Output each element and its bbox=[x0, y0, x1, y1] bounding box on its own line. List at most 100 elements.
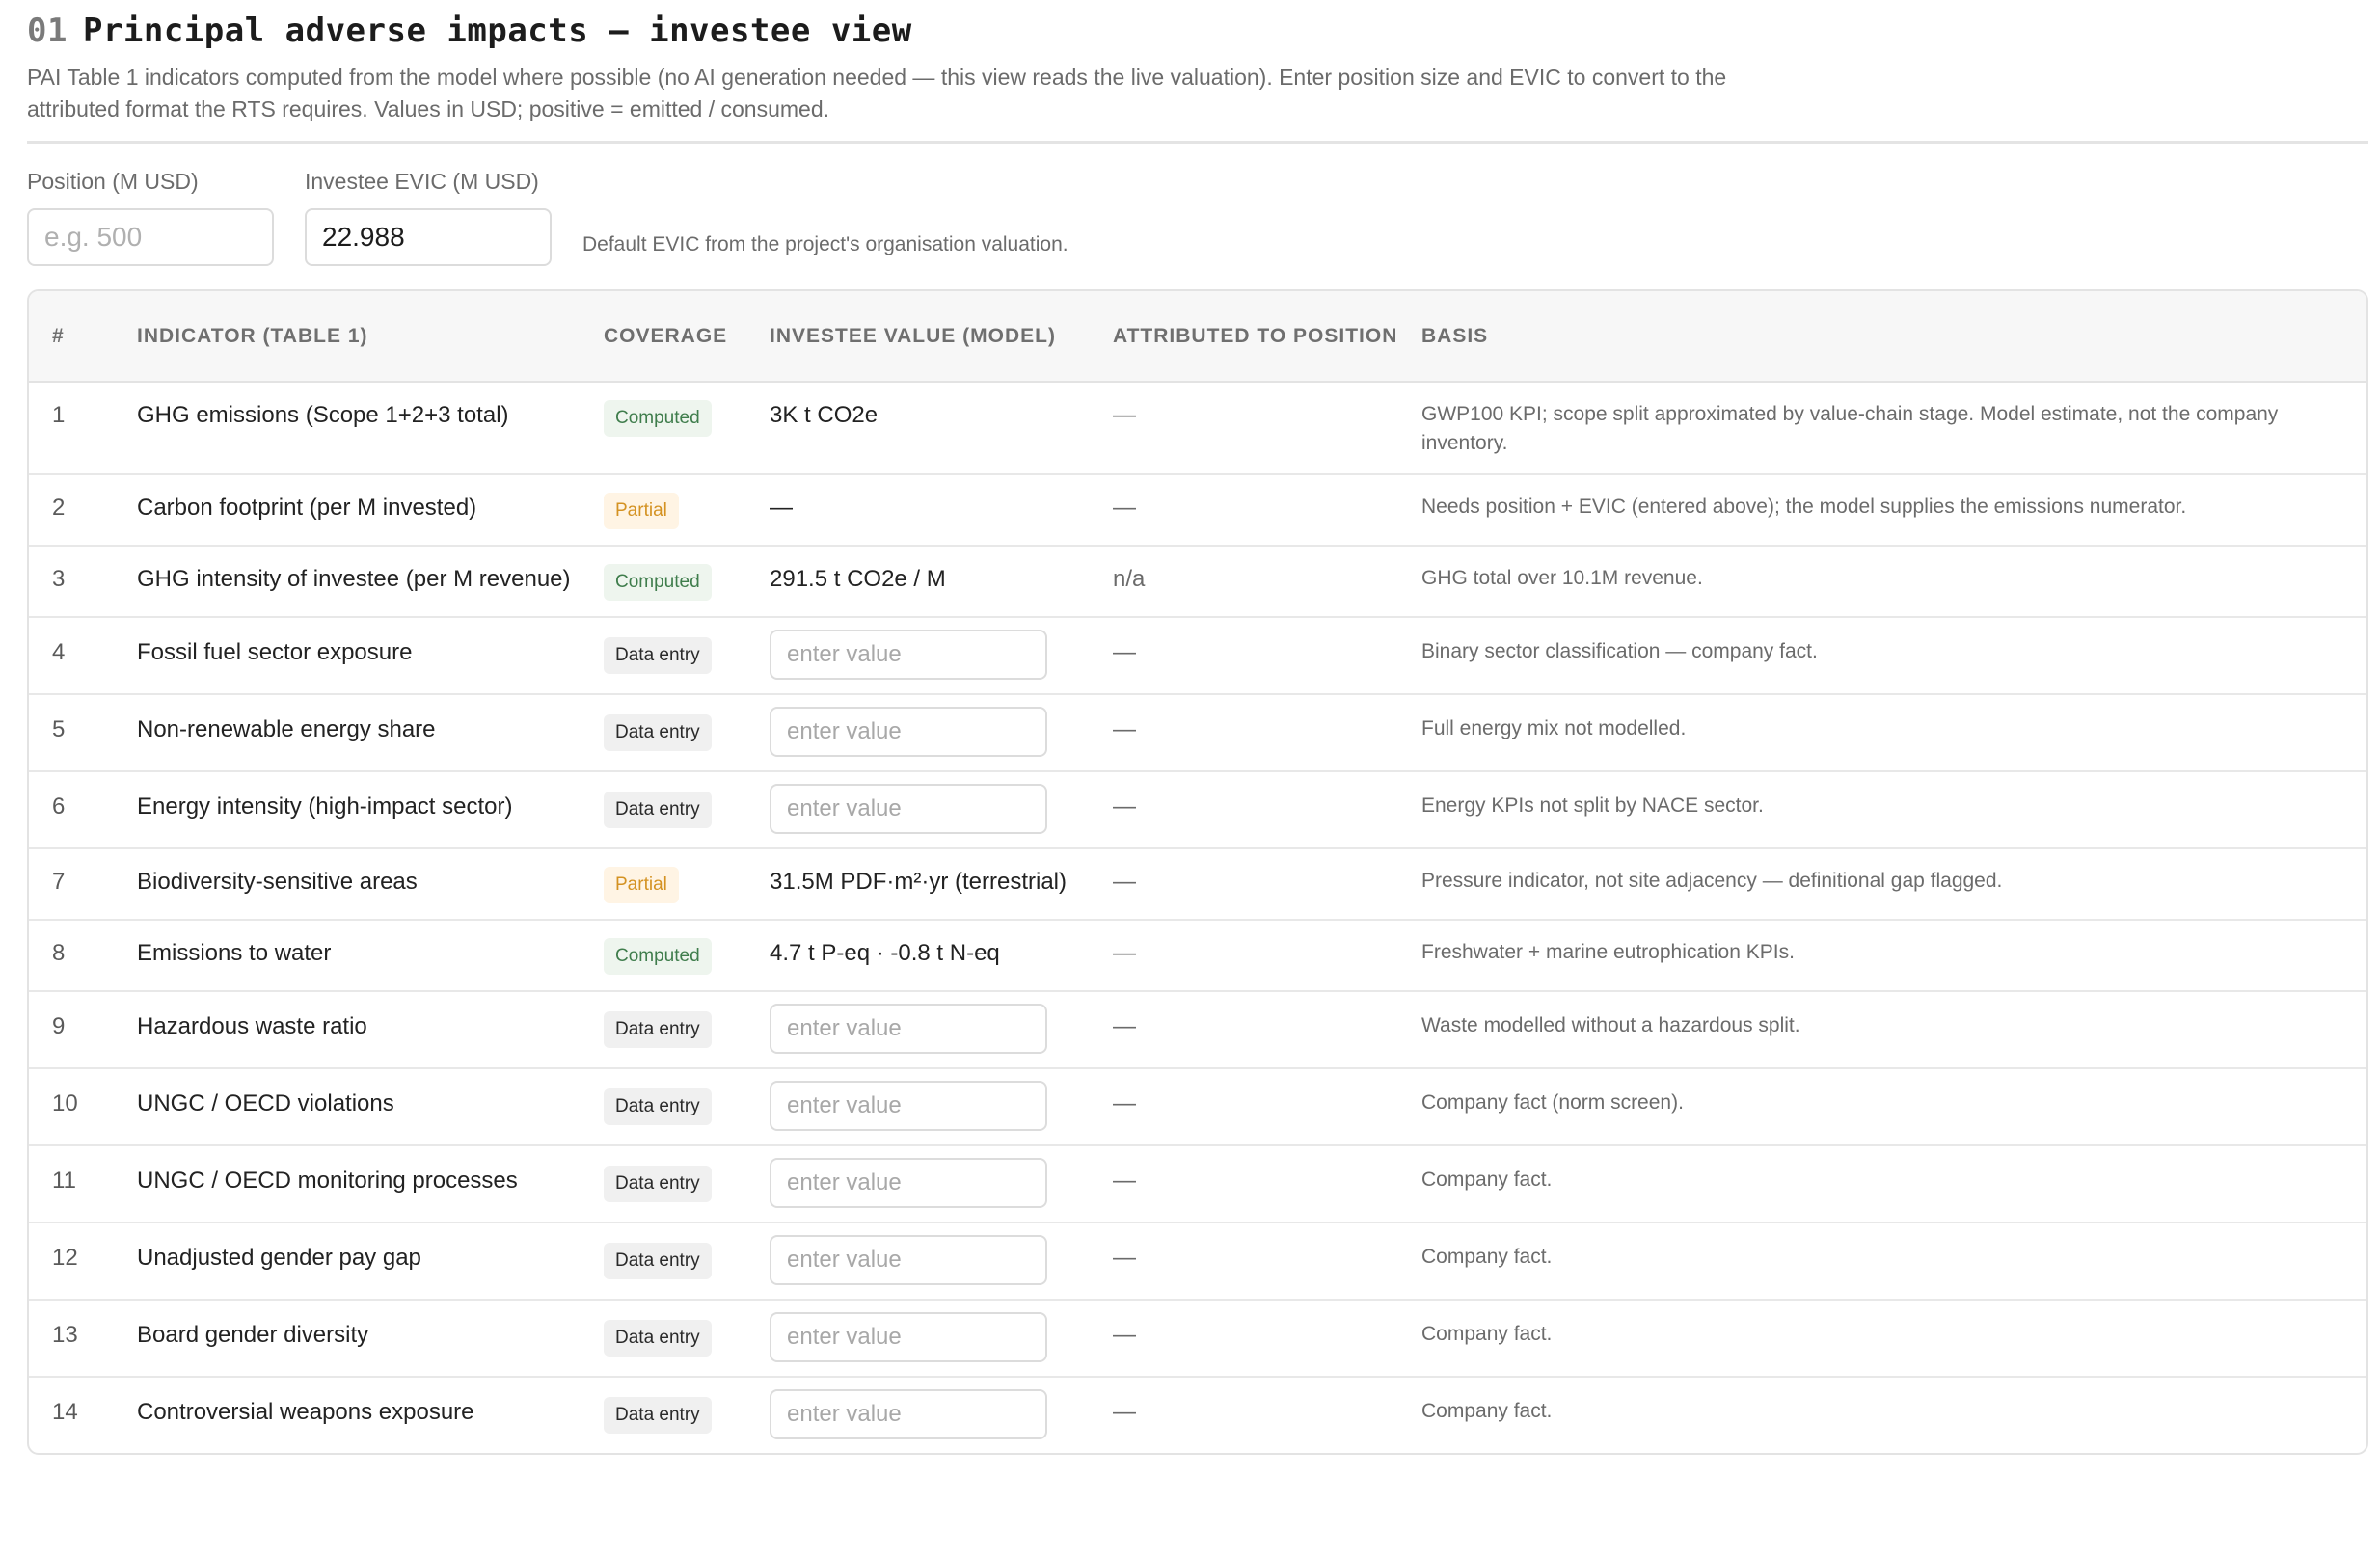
investee-value-cell bbox=[758, 617, 1101, 695]
investee-value-cell: 3K t CO2e bbox=[758, 382, 1101, 475]
coverage-badge: Data entry bbox=[604, 1397, 712, 1434]
indicator-name: Board gender diversity bbox=[125, 1300, 592, 1378]
row-number: 8 bbox=[29, 920, 125, 992]
investee-value: 291.5 t CO2e / M bbox=[770, 566, 946, 592]
coverage-badge: Data entry bbox=[604, 1011, 712, 1048]
basis-text: GHG total over 10.1M revenue. bbox=[1410, 546, 2366, 618]
attributed-value: — bbox=[1101, 920, 1410, 992]
investee-value-input[interactable] bbox=[770, 1312, 1047, 1362]
attributed-value: — bbox=[1101, 991, 1410, 1069]
basis-text: Freshwater + marine eutrophication KPIs. bbox=[1410, 920, 2366, 992]
row-number: 14 bbox=[52, 1399, 78, 1425]
position-field-group: Position (M USD) bbox=[27, 169, 274, 266]
coverage-cell: Partial bbox=[592, 848, 758, 921]
investee-value-cell: — bbox=[758, 474, 1101, 547]
investee-value-input[interactable] bbox=[770, 784, 1047, 834]
row-number: 10 bbox=[29, 1068, 125, 1146]
basis-text: Company fact. bbox=[1410, 1300, 2366, 1378]
investee-value: — bbox=[770, 495, 793, 521]
table-row: 9Hazardous waste ratio Data entry —Waste m… bbox=[29, 991, 2366, 1069]
section-description: PAI Table 1 indicators computed from the… bbox=[27, 65, 1727, 121]
basis-text: Company fact. bbox=[1421, 1400, 1553, 1422]
investee-value-cell: 31.5M PDF·m²·yr (terrestrial) bbox=[758, 848, 1101, 921]
coverage-cell: Data entry bbox=[592, 694, 758, 772]
coverage-cell: Data entry bbox=[592, 1222, 758, 1301]
attributed-value: — bbox=[1113, 1399, 1136, 1425]
investee-value: 31.5M PDF·m²·yr (terrestrial) bbox=[770, 869, 1068, 895]
coverage-badge: Data entry bbox=[604, 1166, 712, 1202]
investee-value-input[interactable] bbox=[770, 1081, 1047, 1131]
coverage-badge: Data entry bbox=[604, 1243, 712, 1279]
row-number: 4 bbox=[29, 617, 125, 695]
column-header-investee-value: Investee value (model) bbox=[758, 291, 1101, 383]
attributed-value: n/a bbox=[1101, 546, 1410, 618]
attributed-value: — bbox=[1101, 694, 1410, 772]
table-row: 12Unadjusted gender pay gap Data entry —Co… bbox=[29, 1222, 2366, 1301]
coverage-badge: Data entry bbox=[604, 1088, 712, 1125]
table-row: 5Non-renewable energy share Data entry —Fu… bbox=[29, 694, 2366, 772]
pai-table: # Indicator (Table 1) Coverage Investee … bbox=[29, 291, 2366, 1453]
investee-value: 4.7 t P-eq · -0.8 t N-eq bbox=[770, 940, 1000, 966]
row-number: 1 bbox=[29, 382, 125, 475]
indicator-name: Energy intensity (high-impact sector) bbox=[125, 771, 592, 849]
row-number: 6 bbox=[29, 771, 125, 849]
row-number: 12 bbox=[29, 1222, 125, 1301]
table-header-row: # Indicator (Table 1) Coverage Investee … bbox=[29, 291, 2366, 383]
coverage-badge: Computed bbox=[604, 564, 712, 601]
table-row: 6 Energy intensity (high-impact sector) Da… bbox=[29, 771, 2366, 849]
row-number: 2 bbox=[29, 474, 125, 547]
coverage-badge: Data entry bbox=[604, 714, 712, 751]
row-number: 5 bbox=[29, 694, 125, 772]
table-row: 8 Emissions to water Computed 4.7 t P-eq · … bbox=[29, 920, 2366, 992]
evic-hint: Default EVIC from the project's organisa… bbox=[582, 233, 1068, 255]
coverage-cell: Computed bbox=[592, 920, 758, 992]
basis-text: Energy KPIs not split by NACE sector. bbox=[1410, 771, 2366, 849]
attributed-value: — bbox=[1101, 848, 1410, 921]
investee-value-cell: 291.5 t CO2e / M bbox=[758, 546, 1101, 618]
investee-value-input[interactable] bbox=[770, 1158, 1047, 1208]
indicator-name: Non-renewable energy share bbox=[125, 694, 592, 772]
basis-text: Company fact. bbox=[1410, 1222, 2366, 1301]
row-number: 7 bbox=[29, 848, 125, 921]
investee-value-input[interactable] bbox=[770, 1004, 1047, 1054]
investee-value-cell bbox=[758, 771, 1101, 849]
investee-value-input[interactable] bbox=[770, 707, 1047, 757]
column-header-attributed: Attributed to position bbox=[1101, 291, 1410, 383]
position-label: Position (M USD) bbox=[27, 169, 199, 194]
investee-value-input[interactable] bbox=[770, 1389, 1047, 1439]
evic-input[interactable] bbox=[305, 208, 552, 266]
indicator-name: Emissions to water bbox=[125, 920, 592, 992]
attributed-value: — bbox=[1101, 1222, 1410, 1301]
coverage-cell: Data entry bbox=[592, 1377, 758, 1453]
table-row: 7 Biodiversity-sensitive areas Partial 31.5… bbox=[29, 848, 2366, 921]
coverage-cell: Data entry bbox=[592, 771, 758, 849]
coverage-cell: Data entry bbox=[592, 1300, 758, 1378]
basis-text: Company fact. bbox=[1410, 1145, 2366, 1223]
row-number: 3 bbox=[29, 546, 125, 618]
basis-text: Full energy mix not modelled. bbox=[1410, 694, 2366, 772]
investee-value-input[interactable] bbox=[770, 1235, 1047, 1285]
basis-text: Needs position + EVIC (entered above); t… bbox=[1410, 474, 2366, 547]
coverage-badge: Data entry bbox=[604, 637, 712, 674]
column-header-basis: Basis bbox=[1410, 291, 2366, 383]
investee-value-input[interactable] bbox=[770, 630, 1047, 680]
table-body: 1 GHG emissions (Scope 1+2+3 total) Comput… bbox=[29, 382, 2366, 1453]
coverage-badge: Partial bbox=[604, 493, 679, 529]
position-input[interactable] bbox=[27, 208, 274, 266]
investee-value-cell bbox=[758, 1068, 1101, 1146]
coverage-cell: Data entry bbox=[592, 617, 758, 695]
investee-value: 3K t CO2e bbox=[770, 402, 879, 428]
table-row: 10UNGC / OECD violations Data entry —Compa… bbox=[29, 1068, 2366, 1146]
table-row: 4Fossil fuel sector exposure Data entry —B… bbox=[29, 617, 2366, 695]
investee-value-cell bbox=[758, 694, 1101, 772]
evic-field-group: Investee EVIC (M USD) bbox=[305, 169, 552, 266]
basis-text: GWP100 KPI; scope split approximated by … bbox=[1410, 382, 2366, 475]
section-number: 01 bbox=[27, 12, 68, 50]
indicator-name: UNGC / OECD monitoring processes bbox=[125, 1145, 592, 1223]
indicator-name: GHG intensity of investee (per M revenue… bbox=[125, 546, 592, 618]
evic-label: Investee EVIC (M USD) bbox=[305, 169, 539, 194]
table-row: 1 GHG emissions (Scope 1+2+3 total) Comput… bbox=[29, 382, 2366, 475]
column-header-indicator: Indicator (Table 1) bbox=[125, 291, 592, 383]
coverage-badge: Computed bbox=[604, 938, 712, 975]
coverage-cell: Partial bbox=[592, 474, 758, 547]
